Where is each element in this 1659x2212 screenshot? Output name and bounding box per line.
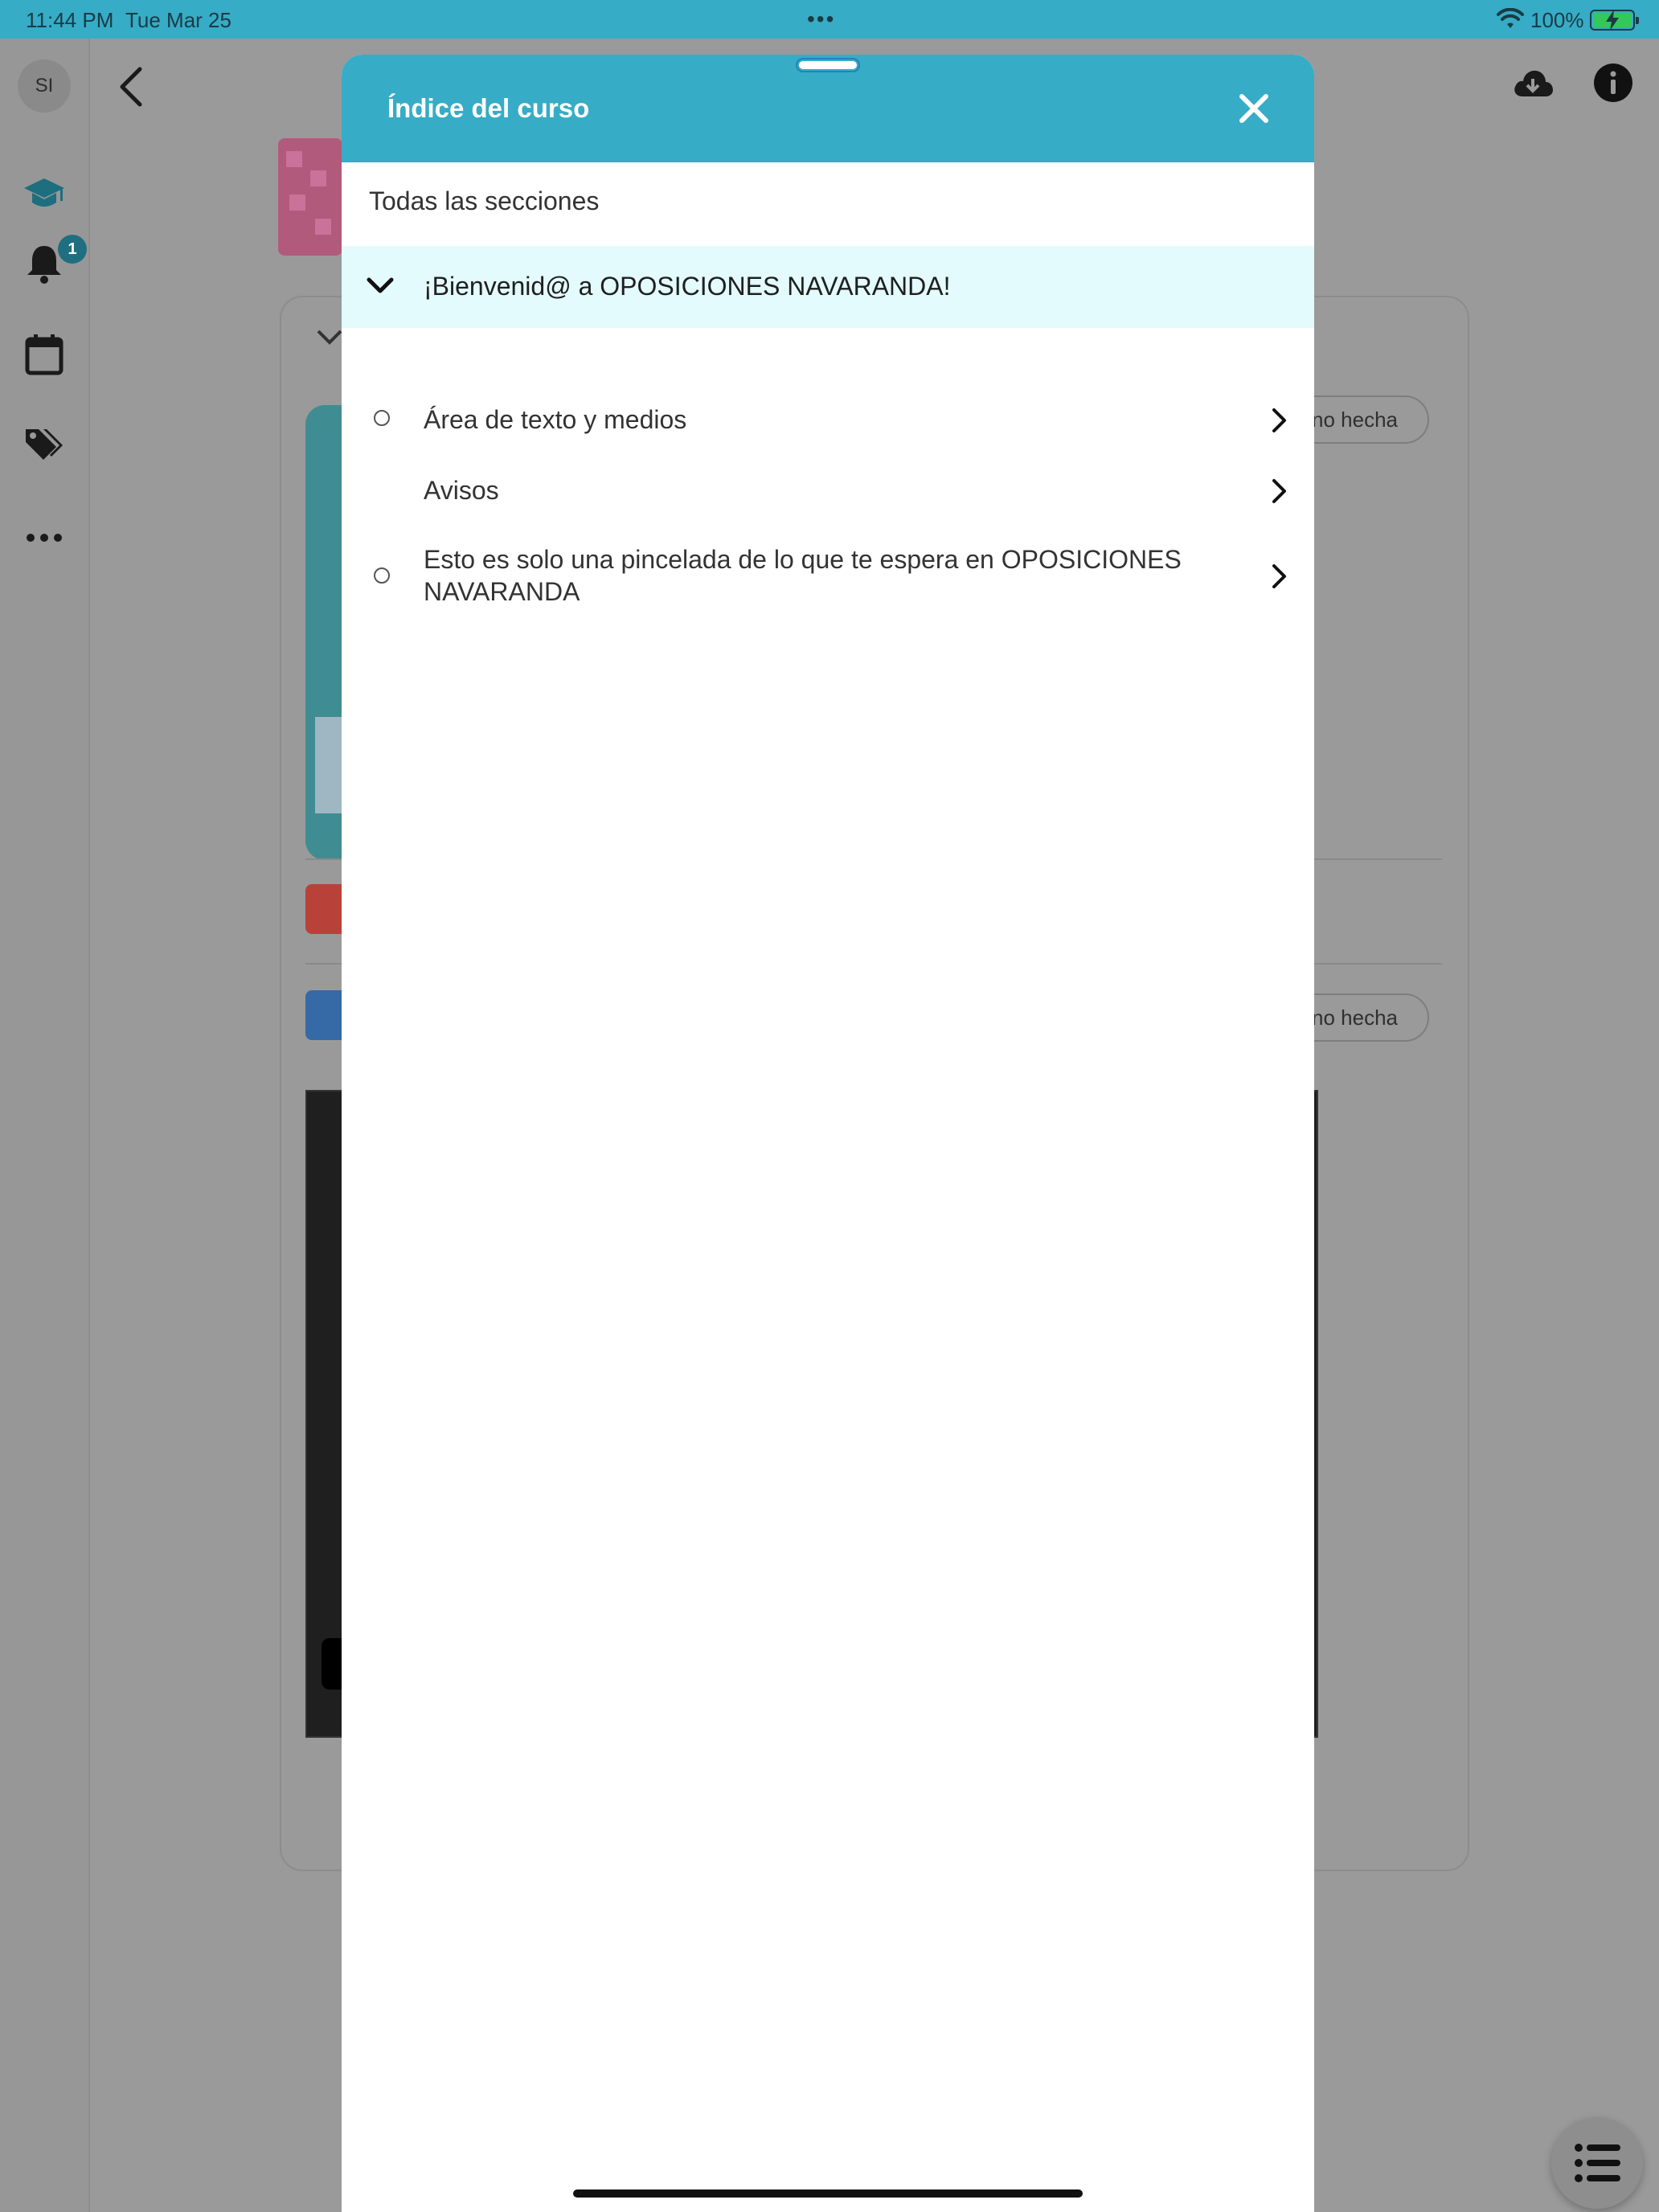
chevron-right-icon bbox=[1272, 564, 1286, 588]
battery-charging-icon bbox=[1590, 10, 1639, 31]
status-date: Tue Mar 25 bbox=[125, 8, 231, 32]
chevron-right-icon bbox=[1272, 479, 1286, 503]
close-icon[interactable] bbox=[1235, 90, 1272, 127]
graduation-cap-icon[interactable] bbox=[23, 172, 66, 215]
list-item-area-texto[interactable]: Área de texto y medios bbox=[342, 392, 1314, 449]
list-item-label: Área de texto y medios bbox=[424, 405, 687, 434]
status-circle-icon bbox=[374, 410, 390, 426]
cloud-download-icon[interactable] bbox=[1511, 61, 1555, 104]
status-time: 11:44 PM bbox=[26, 8, 114, 32]
section-title: ¡Bienvenid@ a OPOSICIONES NAVARANDA! bbox=[424, 272, 951, 301]
collapse-chevron-icon[interactable] bbox=[313, 322, 346, 354]
chevron-right-icon bbox=[1272, 408, 1286, 432]
list-icon bbox=[1575, 2144, 1620, 2182]
chevron-down-icon[interactable] bbox=[366, 275, 395, 299]
list-item-label: Esto es solo una pincelada de lo que te … bbox=[424, 545, 1182, 606]
back-chevron-icon[interactable] bbox=[117, 66, 145, 108]
multitasking-dots-icon[interactable]: ••• bbox=[807, 6, 835, 32]
tags-icon[interactable] bbox=[23, 423, 66, 466]
list-item-avisos[interactable]: Avisos bbox=[342, 463, 1314, 519]
course-index-sheet: Índice del curso Todas las secciones ¡Bi… bbox=[342, 55, 1314, 2212]
battery-percentage: 100% bbox=[1530, 8, 1584, 32]
course-thumbnail bbox=[278, 138, 342, 256]
all-sections-link[interactable]: Todas las secciones bbox=[369, 186, 599, 216]
wifi-icon bbox=[1497, 8, 1524, 28]
sheet-title: Índice del curso bbox=[387, 93, 590, 123]
side-rail: SI 1 bbox=[0, 39, 90, 2212]
sheet-grabber[interactable] bbox=[796, 58, 860, 72]
sheet-header: Índice del curso bbox=[342, 55, 1314, 162]
notification-badge: 1 bbox=[58, 235, 87, 264]
home-indicator[interactable] bbox=[573, 2189, 1083, 2198]
avatar[interactable]: SI bbox=[18, 59, 71, 113]
course-index-button[interactable] bbox=[1551, 2117, 1643, 2209]
more-horizontal-icon[interactable] bbox=[23, 516, 66, 559]
info-icon[interactable] bbox=[1591, 61, 1635, 104]
section-row[interactable]: ¡Bienvenid@ a OPOSICIONES NAVARANDA! bbox=[342, 246, 1314, 328]
status-circle-icon bbox=[374, 567, 390, 584]
list-item-label: Avisos bbox=[424, 476, 499, 505]
list-item-pincelada[interactable]: Esto es solo una pincelada de lo que te … bbox=[342, 532, 1314, 621]
calendar-icon[interactable] bbox=[23, 333, 66, 376]
status-bar: 11:44 PM Tue Mar 25 ••• 100% bbox=[0, 0, 1659, 39]
